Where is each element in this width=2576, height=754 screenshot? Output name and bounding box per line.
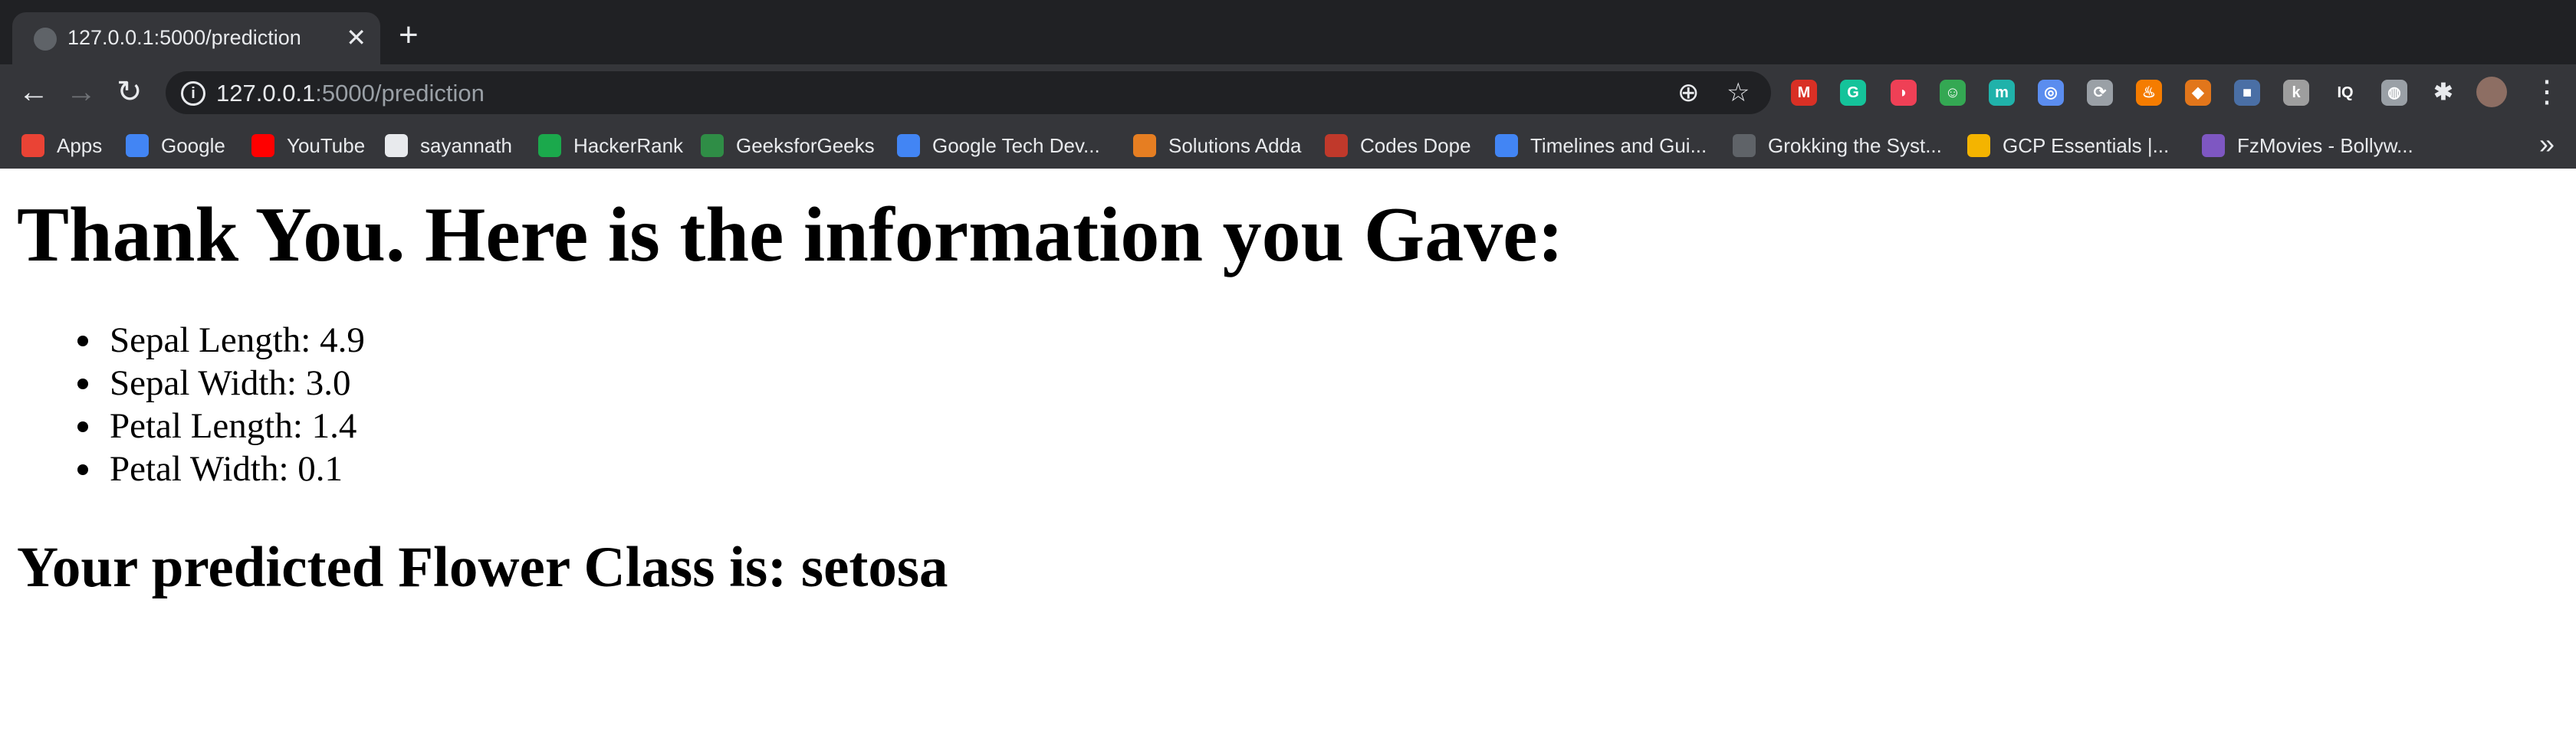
link-extension-icon[interactable]: ⟳ (2087, 80, 2113, 106)
bookmarks-overflow-button[interactable]: » (2539, 127, 2555, 161)
bookmark-item[interactable]: HackerRank (538, 130, 683, 161)
reload-button[interactable]: ↻ (117, 75, 143, 109)
hackerrank-icon (538, 134, 561, 157)
bookmark-item[interactable]: Solutions Adda (1133, 130, 1301, 161)
close-icon[interactable]: ✕ (346, 23, 366, 52)
bookmark-item[interactable]: Grokking the Syst... (1733, 130, 1942, 161)
bookmark-star-icon[interactable]: ☆ (1727, 77, 1750, 108)
docs-icon (1495, 134, 1518, 157)
browser-tab[interactable]: 127.0.0.1:5000/prediction ✕ (12, 12, 380, 64)
bookmark-label: Google Tech Dev... (932, 133, 1100, 157)
google-icon (897, 134, 920, 157)
m-extension-icon[interactable]: m (1989, 80, 2015, 106)
bookmark-label: GCP Essentials |... (2003, 133, 2170, 157)
back-button[interactable]: ← (18, 75, 49, 109)
geeksforgeeks-icon (701, 134, 724, 157)
bookmark-item[interactable]: Apps (21, 130, 102, 161)
bookmarks-bar: » Apps Google YouTube sayannath HackerRank Ge… (0, 121, 2576, 169)
bookmark-label: Timelines and Gui... (1530, 133, 1707, 157)
browser-chrome: 127.0.0.1:5000/prediction ✕ + ← → ↻ i 12… (0, 0, 2576, 169)
bookmark-label: HackerRank (573, 133, 684, 157)
toolbar: ← → ↻ i 127.0.0.1:5000/prediction ⊕ ☆ MG… (0, 64, 2576, 121)
list-item: Petal Length: 1.4 (77, 405, 365, 447)
url-text[interactable]: 127.0.0.1:5000/prediction (216, 80, 485, 107)
iq-extension-icon[interactable]: IQ (2332, 80, 2358, 106)
address-bar[interactable]: i 127.0.0.1:5000/prediction ⊕ ☆ (166, 71, 1771, 114)
bookmark-label: GeeksforGeeks (736, 133, 875, 157)
bookmark-label: Codes Dope (1360, 133, 1471, 157)
menu-button[interactable]: ⋮ (2532, 75, 2562, 109)
bookmark-item[interactable]: Google (126, 130, 225, 161)
list-item: Sepal Length: 4.9 (77, 320, 365, 360)
bookmark-label: sayannath (420, 133, 512, 157)
list-item: Sepal Width: 3.0 (77, 362, 365, 405)
codesdope-icon (1325, 134, 1348, 157)
mask-extension-icon[interactable]: ◎ (2038, 80, 2064, 106)
github-icon (385, 134, 408, 157)
new-tab-button[interactable]: + (399, 18, 419, 52)
terminal-icon (1733, 134, 1756, 157)
tab-title: 127.0.0.1:5000/prediction (67, 26, 301, 49)
bookmark-item[interactable]: sayannath (385, 130, 512, 161)
bookmark-label: FzMovies - Bollyw... (2237, 133, 2413, 157)
grammarly-extension-icon[interactable]: G (1840, 80, 1866, 106)
metamask-extension-icon[interactable]: ◆ (2185, 80, 2211, 106)
bookmark-label: Grokking the Syst... (1768, 133, 1942, 157)
clipboard-extension-icon[interactable]: ☺ (1940, 80, 1966, 106)
feature-list: Sepal Length: 4.9 Sepal Width: 3.0 Petal… (77, 319, 365, 490)
globe-icon (34, 28, 57, 51)
bookmark-label: Solutions Adda (1168, 133, 1302, 157)
gmail-extension-icon[interactable]: M (1791, 80, 1817, 106)
apps-grid-icon (21, 134, 44, 157)
forward-button[interactable]: → (66, 75, 97, 109)
pocket-extension-icon[interactable]: ◗ (1891, 80, 1917, 106)
solutions-adda-icon (1133, 134, 1156, 157)
bookmark-item[interactable]: GeeksforGeeks (701, 130, 875, 161)
youtube-icon (251, 134, 274, 157)
page-content: Thank You. Here is the information you G… (0, 169, 2576, 754)
info-icon[interactable]: i (181, 81, 205, 106)
bookmark-item[interactable]: Google Tech Dev... (897, 130, 1100, 161)
bookmark-item[interactable]: GCP Essentials |... (1967, 130, 2169, 161)
prediction-result: Your predicted Flower Class is: setosa (17, 536, 948, 599)
k-extension-icon[interactable]: k (2283, 80, 2309, 106)
bookmark-item[interactable]: YouTube (251, 130, 365, 161)
bookmark-label: YouTube (287, 133, 366, 157)
bookmark-item[interactable]: Timelines and Gui... (1495, 130, 1707, 161)
tab-strip: 127.0.0.1:5000/prediction ✕ + (0, 0, 2576, 64)
url-host: 127.0.0.1 (216, 80, 316, 107)
qwiklabs-icon (1967, 134, 1990, 157)
profile-avatar[interactable] (2476, 77, 2507, 107)
box-extension-icon[interactable]: ■ (2234, 80, 2260, 106)
globe-extension-icon[interactable]: ◍ (2381, 80, 2407, 106)
bookmark-label: Google (161, 133, 225, 157)
fzmovies-icon (2202, 134, 2225, 157)
bookmark-item[interactable]: Codes Dope (1325, 130, 1471, 161)
bookmark-item[interactable]: FzMovies - Bollyw... (2202, 130, 2413, 161)
zoom-icon[interactable]: ⊕ (1677, 77, 1700, 108)
list-item: Petal Width: 0.1 (77, 447, 365, 490)
url-path: :5000/prediction (315, 80, 485, 107)
google-icon (126, 134, 149, 157)
fire-extension-icon[interactable]: ♨ (2136, 80, 2162, 106)
extensions-puzzle-icon[interactable]: ✱ (2430, 80, 2456, 106)
bookmark-label: Apps (57, 133, 103, 157)
page-heading: Thank You. Here is the information you G… (17, 192, 1564, 278)
